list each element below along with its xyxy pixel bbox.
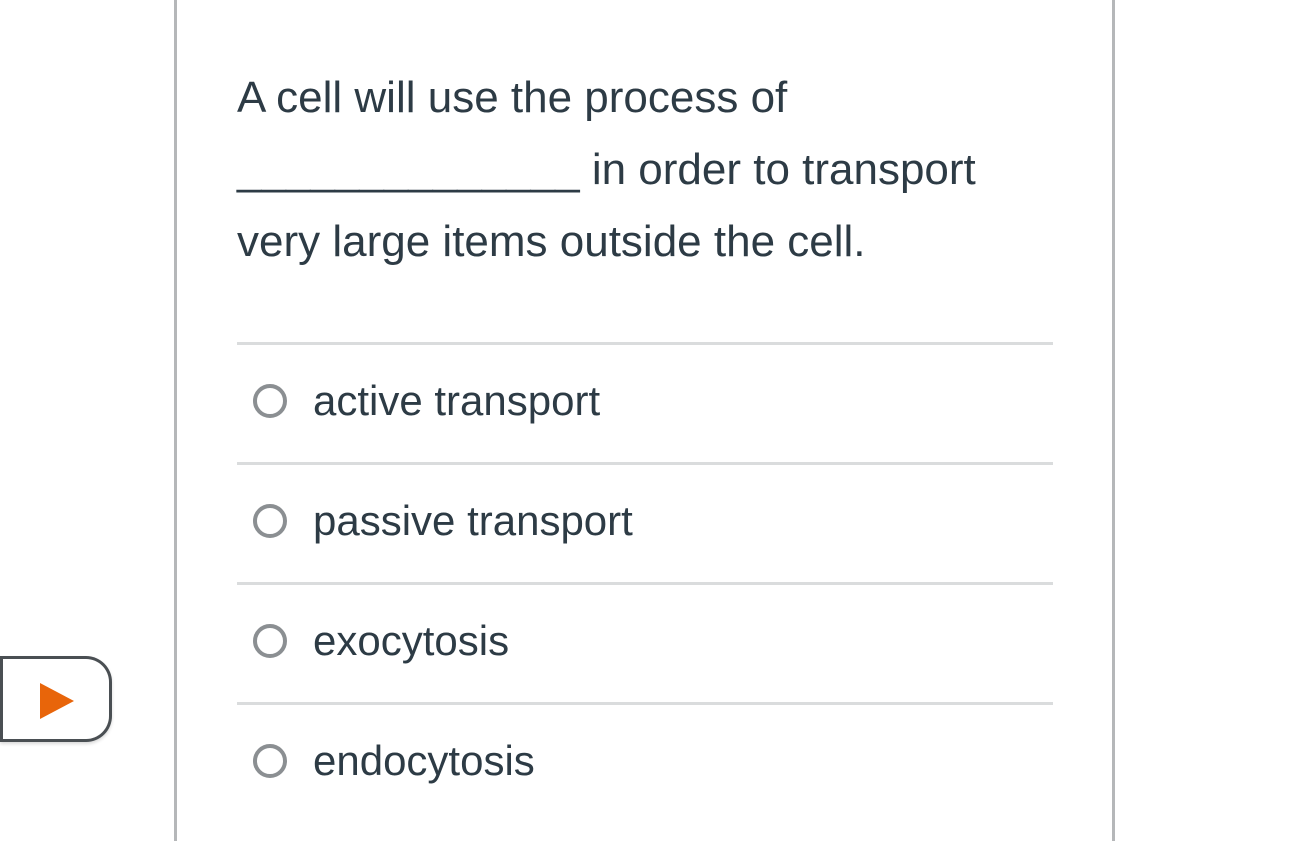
answer-option-label[interactable]: active transport	[313, 373, 600, 429]
question-line-1: A cell will use the process of	[237, 73, 788, 122]
radio-circle-icon[interactable]	[253, 504, 287, 538]
play-button[interactable]	[0, 656, 112, 742]
radio-circle-icon[interactable]	[253, 624, 287, 658]
question-line-3: very large items outside the cell.	[237, 217, 866, 266]
answer-option-label[interactable]: passive transport	[313, 493, 633, 549]
radio-circle-icon[interactable]	[253, 744, 287, 778]
content-border-left	[174, 0, 177, 841]
quiz-page: A cell will use the process of _________…	[0, 0, 1290, 841]
question-line-2: ______________ in order to transport	[237, 145, 976, 194]
answer-option-exocytosis[interactable]: exocytosis	[237, 582, 1053, 702]
answer-option-passive-transport[interactable]: passive transport	[237, 462, 1053, 582]
answer-option-label[interactable]: exocytosis	[313, 613, 509, 669]
question-text: A cell will use the process of _________…	[237, 62, 1037, 278]
answer-options: active transport passive transport exocy…	[237, 342, 1053, 822]
play-icon	[40, 683, 74, 719]
content-border-right	[1112, 0, 1115, 841]
answer-option-endocytosis[interactable]: endocytosis	[237, 702, 1053, 822]
answer-option-active-transport[interactable]: active transport	[237, 342, 1053, 462]
radio-circle-icon[interactable]	[253, 384, 287, 418]
answer-option-label[interactable]: endocytosis	[313, 733, 535, 789]
